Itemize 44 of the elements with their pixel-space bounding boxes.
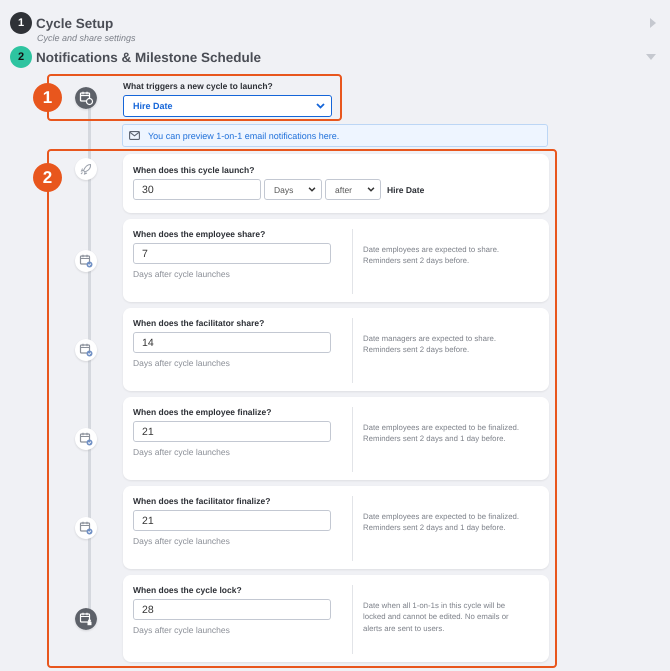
field-hint: Days after cycle launches <box>133 358 231 368</box>
field-hint: Days after cycle launches <box>133 536 231 546</box>
caret-right-icon[interactable] <box>650 18 656 28</box>
calendar-check-icon <box>75 250 97 272</box>
field-label: What triggers a new cycle to launch? <box>123 80 274 90</box>
calendar-check-icon <box>75 516 97 538</box>
anchor-label: Hire Date <box>387 184 424 194</box>
envelope-icon <box>129 131 140 140</box>
days-input[interactable]: 7 <box>133 243 331 264</box>
field-label: When does the facilitator finalize? <box>133 496 272 506</box>
callout-badge: 1 <box>33 83 62 112</box>
chevron-down-icon <box>367 187 375 192</box>
field-label: When does the employee share? <box>133 229 266 239</box>
days-input[interactable]: 28 <box>133 599 331 620</box>
section-title[interactable]: Cycle Setup <box>36 16 646 30</box>
section-subtitle: Cycle and share settings <box>37 33 137 43</box>
caret-down-icon[interactable] <box>646 54 656 60</box>
unit-dropdown[interactable]: Days <box>264 179 322 200</box>
rocket-icon <box>75 158 97 180</box>
days-input[interactable]: 21 <box>133 421 331 442</box>
field-label: When does the facilitator share? <box>133 318 266 328</box>
step-number-badge: 1 <box>10 12 32 34</box>
notice-text: You can preview 1-on-1 email notifications here. <box>148 130 340 140</box>
field-label: When does this cycle launch? <box>133 165 256 175</box>
field-label: When does the cycle lock? <box>133 585 243 595</box>
step-number-badge: 2 <box>10 46 32 68</box>
calendar-check-icon <box>75 338 97 360</box>
calendar-check-icon <box>75 428 97 450</box>
section-title[interactable]: Notifications & Milestone Schedule <box>36 50 642 64</box>
direction-dropdown[interactable]: after <box>325 179 381 200</box>
days-input[interactable]: 14 <box>133 332 331 353</box>
info-banner[interactable]: You can preview 1-on-1 email notifications here. <box>122 124 548 147</box>
number-input[interactable]: 30 <box>133 179 261 200</box>
field-hint: Days after cycle launches <box>133 625 231 635</box>
field-label: When does the employee finalize? <box>133 407 272 417</box>
trigger-dropdown[interactable]: Hire Date <box>123 94 332 116</box>
chevron-down-icon <box>308 187 316 192</box>
field-hint: Days after cycle launches <box>133 269 231 279</box>
callout-badge: 2 <box>33 163 62 192</box>
days-input[interactable]: 21 <box>133 510 331 531</box>
calendar-refresh-icon <box>75 86 97 108</box>
field-hint: Days after cycle launches <box>133 447 231 457</box>
chevron-down-icon <box>316 102 325 108</box>
calendar-lock-icon <box>75 608 97 630</box>
